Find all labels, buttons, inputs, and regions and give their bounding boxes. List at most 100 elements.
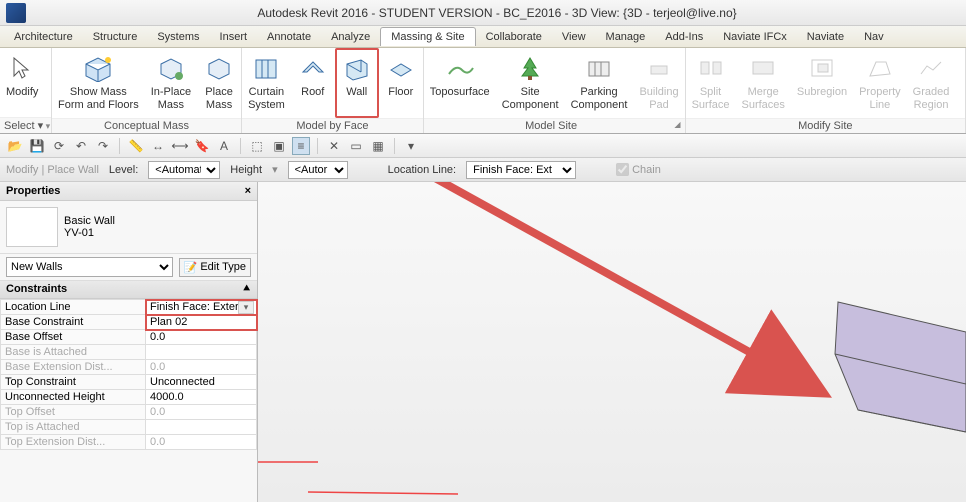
property-value[interactable]: Unconnected [146, 375, 257, 390]
tab-addins[interactable]: Add-Ins [655, 28, 713, 46]
roof-button[interactable]: Roof [291, 48, 335, 118]
inplace-mass-button[interactable]: In-Place Mass [145, 48, 197, 118]
property-line-button[interactable]: Property Line [853, 48, 907, 118]
property-name: Base Constraint [1, 315, 146, 330]
parking-icon [583, 52, 615, 84]
close-icon[interactable]: × [245, 185, 251, 197]
save-icon[interactable]: 💾 [28, 137, 46, 155]
property-value[interactable]: Finish Face: Exteri... [146, 300, 257, 315]
type-selector[interactable]: Basic Wall YV-01 [0, 201, 257, 253]
tab-collaborate[interactable]: Collaborate [476, 28, 552, 46]
property-value[interactable] [146, 345, 257, 360]
chain-checkbox[interactable]: Chain [616, 163, 661, 176]
property-value[interactable]: Plan 02 [146, 315, 257, 330]
align-icon[interactable]: ↔ [149, 137, 167, 155]
property-row[interactable]: Location LineFinish Face: Exteri... [1, 300, 257, 315]
tab-insert[interactable]: Insert [210, 28, 258, 46]
parking-component-button[interactable]: Parking Component [565, 48, 634, 118]
merge-icon [747, 52, 779, 84]
tab-analyze[interactable]: Analyze [321, 28, 380, 46]
edit-type-icon: 📝 [184, 261, 198, 274]
property-row[interactable]: Unconnected Height4000.0 [1, 390, 257, 405]
property-name: Base Extension Dist... [1, 360, 146, 375]
open-icon[interactable]: 📂 [6, 137, 24, 155]
filter-icon[interactable]: ▾ [402, 137, 420, 155]
modify-button[interactable]: Modify [0, 48, 44, 117]
show-mass-button[interactable]: Show Mass Form and Floors [52, 48, 145, 118]
constraints-group[interactable]: Constraints [6, 283, 67, 296]
property-value[interactable] [146, 420, 257, 435]
tab-massing-site[interactable]: Massing & Site [380, 27, 475, 46]
thin-lines-icon[interactable]: ≡ [292, 137, 310, 155]
close-views-icon[interactable]: ✕ [325, 137, 343, 155]
level-select[interactable]: <Automati [148, 161, 220, 179]
property-value[interactable]: 0.0 [146, 330, 257, 345]
split-surface-button[interactable]: Split Surface [686, 48, 736, 118]
place-mass-button[interactable]: Place Mass [197, 48, 241, 118]
property-value[interactable]: 0.0 [146, 405, 257, 420]
viewport [258, 182, 966, 502]
workspace: Properties × Basic Wall YV-01 New Walls … [0, 182, 966, 502]
section-icon[interactable]: ▣ [270, 137, 288, 155]
property-value[interactable]: 4000.0 [146, 390, 257, 405]
ribbon: Modify Select ▾ Show Mass Form and Floor… [0, 48, 966, 134]
tag-icon[interactable]: 🔖 [193, 137, 211, 155]
edit-type-button[interactable]: 📝 Edit Type [179, 258, 251, 277]
property-row[interactable]: Base is Attached [1, 345, 257, 360]
tab-nav[interactable]: Nav [854, 28, 894, 46]
title-bar: Autodesk Revit 2016 - STUDENT VERSION - … [0, 0, 966, 26]
redo-icon[interactable]: ↷ [94, 137, 112, 155]
tab-naviate-ifcx[interactable]: Naviate IFCx [713, 28, 797, 46]
3d-icon[interactable]: ⬚ [248, 137, 266, 155]
subregion-button[interactable]: Subregion [791, 48, 853, 118]
expand-icon[interactable]: ⯅ [242, 283, 251, 296]
split-icon [695, 52, 727, 84]
property-row[interactable]: Top ConstraintUnconnected [1, 375, 257, 390]
tab-annotate[interactable]: Annotate [257, 28, 321, 46]
property-row[interactable]: Top Offset0.0 [1, 405, 257, 420]
building-pad-button[interactable]: Building Pad [633, 48, 684, 118]
app-icon[interactable] [6, 3, 26, 23]
property-name: Base is Attached [1, 345, 146, 360]
property-row[interactable]: Base Extension Dist...0.0 [1, 360, 257, 375]
tab-architecture[interactable]: Architecture [4, 28, 83, 46]
location-line-select[interactable]: Finish Face: Ext [466, 161, 576, 179]
height-select[interactable]: <Autor [288, 161, 348, 179]
tab-view[interactable]: View [552, 28, 596, 46]
toposurface-button[interactable]: Toposurface [424, 48, 496, 118]
type-name: YV-01 [64, 227, 115, 239]
type-family: Basic Wall [64, 215, 115, 227]
select-panel-caption[interactable]: Select ▾ [0, 117, 51, 133]
property-row[interactable]: Top Extension Dist...0.0 [1, 435, 257, 450]
measure-icon[interactable]: 📏 [127, 137, 145, 155]
graded-region-button[interactable]: Graded Region [907, 48, 956, 118]
property-row[interactable]: Top is Attached [1, 420, 257, 435]
floor-button[interactable]: Floor [379, 48, 423, 118]
property-row[interactable]: Base Offset0.0 [1, 330, 257, 345]
property-row[interactable]: Base ConstraintPlan 02 [1, 315, 257, 330]
property-value[interactable]: 0.0 [146, 435, 257, 450]
drawing-canvas[interactable] [258, 182, 966, 502]
text-icon[interactable]: A [215, 137, 233, 155]
mode-label: Modify | Place Wall [6, 164, 99, 176]
tab-naviate[interactable]: Naviate [797, 28, 854, 46]
subregion-icon [806, 52, 838, 84]
filter-select[interactable]: New Walls [6, 257, 173, 277]
property-name: Top Offset [1, 405, 146, 420]
merge-surfaces-button[interactable]: Merge Surfaces [736, 48, 791, 118]
property-name: Base Offset [1, 330, 146, 345]
wall-button[interactable]: Wall [335, 48, 379, 118]
sync-icon[interactable]: ⟳ [50, 137, 68, 155]
tab-manage[interactable]: Manage [596, 28, 656, 46]
tile-icon[interactable]: ▦ [369, 137, 387, 155]
tab-structure[interactable]: Structure [83, 28, 148, 46]
model-site-caption[interactable]: Model Site [424, 118, 685, 133]
topo-icon [444, 52, 476, 84]
undo-icon[interactable]: ↶ [72, 137, 90, 155]
dim-icon[interactable]: ⟷ [171, 137, 189, 155]
curtain-system-button[interactable]: Curtain System [242, 48, 291, 118]
tab-systems[interactable]: Systems [147, 28, 209, 46]
property-value[interactable]: 0.0 [146, 360, 257, 375]
switch-win-icon[interactable]: ▭ [347, 137, 365, 155]
site-component-button[interactable]: Site Component [496, 48, 565, 118]
